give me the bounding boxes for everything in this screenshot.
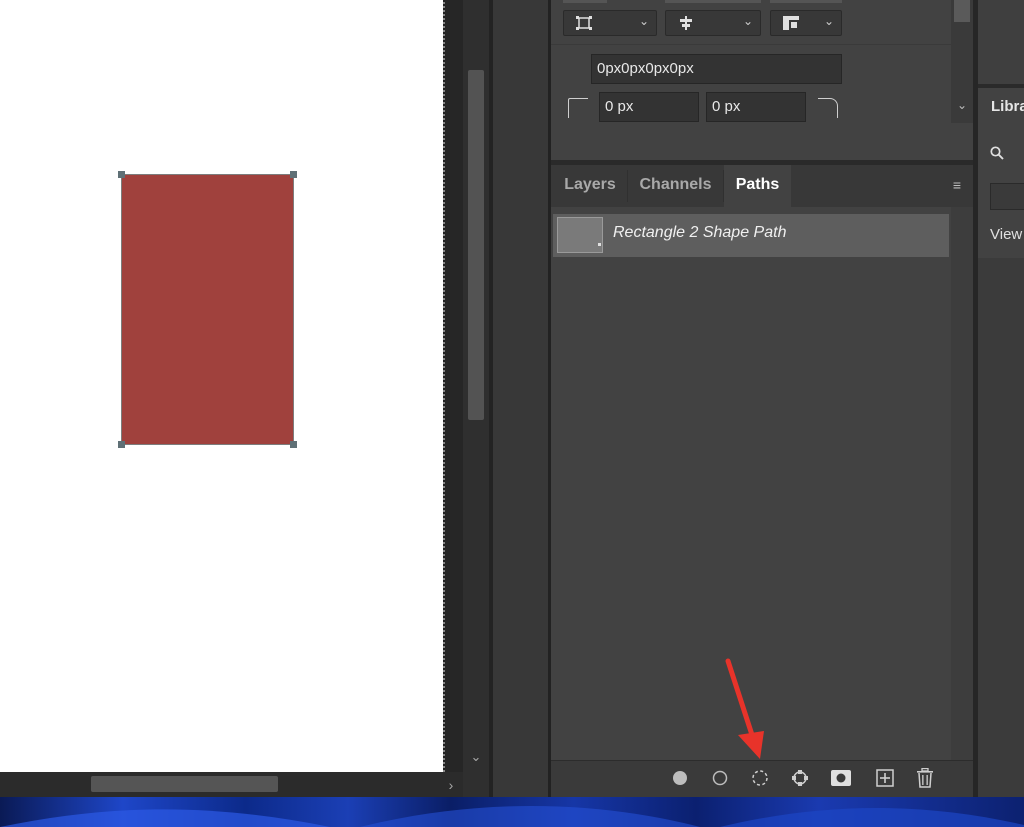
- corner-radii-field[interactable]: 0px0px0px0px: [591, 54, 842, 84]
- properties-control-stub: [770, 0, 842, 3]
- path-name: Rectangle 2 Shape Path: [613, 224, 787, 241]
- rectangle-2-shape[interactable]: [121, 174, 294, 445]
- pasteboard: [445, 0, 463, 772]
- corner-radius-right-icon: [818, 98, 838, 118]
- paths-scrollbar[interactable]: [951, 207, 973, 760]
- right-panel-area: [978, 258, 1024, 797]
- canvas-vertical-scroll-thumb[interactable]: [468, 70, 484, 420]
- load-path-as-selection-icon[interactable]: [747, 766, 773, 790]
- view-label[interactable]: View: [990, 226, 1022, 243]
- make-work-path-icon[interactable]: [787, 766, 813, 790]
- path-alignment-icon: [680, 16, 692, 30]
- libraries-tab[interactable]: Libra: [991, 98, 1024, 115]
- path-arrangement-dropdown[interactable]: ⌄: [770, 10, 842, 36]
- chevron-right-icon[interactable]: ›: [444, 776, 458, 794]
- properties-control-stub: [563, 0, 607, 3]
- red-arrow-annotation: [725, 658, 764, 759]
- chevron-down-icon: ⌄: [742, 14, 753, 28]
- properties-control-stub: [665, 0, 761, 3]
- panel-menu-icon[interactable]: ≡: [948, 176, 966, 194]
- collapsed-panel: [978, 0, 1024, 84]
- collapsed-panel-strip: [493, 0, 549, 797]
- chevron-down-icon: ⌄: [823, 14, 834, 28]
- align-edges-dropdown[interactable]: ⌄: [563, 10, 657, 36]
- transform-handle-top-right[interactable]: [290, 171, 297, 178]
- delete-path-icon[interactable]: [912, 766, 938, 790]
- chevron-down-icon[interactable]: ⌄: [954, 98, 970, 116]
- transform-handle-top-left[interactable]: [118, 171, 125, 178]
- path-thumbnail-marker: [598, 243, 601, 246]
- transform-handle-bottom-right[interactable]: [290, 441, 297, 448]
- corner-radius-left-icon: [568, 98, 588, 118]
- search-icon[interactable]: [990, 146, 1006, 162]
- tab-paths[interactable]: Paths: [724, 165, 791, 207]
- fill-path-icon[interactable]: [667, 766, 693, 790]
- corner-radius-right-input[interactable]: 0 px: [706, 92, 806, 122]
- path-arrangement-icon: [783, 16, 799, 30]
- path-alignment-dropdown[interactable]: ⌄: [665, 10, 761, 36]
- stroke-path-icon[interactable]: [707, 766, 733, 790]
- corner-radius-left-input[interactable]: 0 px: [599, 92, 699, 122]
- canvas-horizontal-scroll-thumb[interactable]: [91, 776, 278, 792]
- add-mask-icon[interactable]: [828, 766, 854, 790]
- tab-layers[interactable]: Layers: [553, 165, 627, 207]
- chevron-down-icon[interactable]: ⌄: [468, 748, 484, 766]
- properties-scroll-thumb[interactable]: [954, 0, 970, 22]
- library-dropdown[interactable]: [990, 183, 1024, 210]
- chevron-down-icon: ⌄: [638, 14, 649, 28]
- new-path-icon[interactable]: [872, 766, 898, 790]
- tab-channels[interactable]: Channels: [628, 165, 723, 207]
- transform-handle-bottom-left[interactable]: [118, 441, 125, 448]
- desktop-wallpaper-strip: [0, 797, 1024, 827]
- path-thumbnail: [557, 217, 603, 253]
- properties-divider: [551, 44, 951, 45]
- align-edges-icon: [576, 16, 592, 30]
